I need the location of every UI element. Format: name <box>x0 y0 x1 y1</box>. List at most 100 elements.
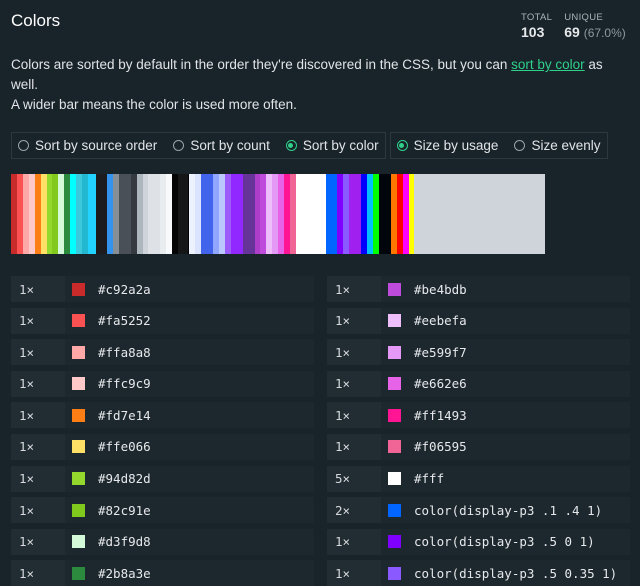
color-value: color(display-p3 .5 0.35 1) <box>414 565 618 581</box>
color-count: 1× <box>11 433 65 460</box>
color-row[interactable]: 1× #eebefa <box>327 307 630 334</box>
description: Colors are sorted by default in the orde… <box>11 55 631 115</box>
color-usage-bar <box>11 174 545 254</box>
color-bar-segment[interactable] <box>349 174 362 254</box>
color-count: 1× <box>327 339 381 366</box>
color-swatch <box>388 503 401 517</box>
description-text: Colors are sorted by default in the orde… <box>11 57 512 72</box>
color-bar-segment[interactable] <box>201 174 214 254</box>
color-row[interactable]: 5× #fff <box>327 465 630 492</box>
color-row[interactable]: 1× color(display-p3 .5 0 1) <box>327 528 630 555</box>
color-bar-segment[interactable] <box>118 174 131 254</box>
stat-total-label: TOTAL <box>521 12 553 23</box>
color-value: #fa5252 <box>98 313 151 329</box>
color-row[interactable]: 1× color(display-p3 .5 0.35 1) <box>327 560 630 586</box>
color-bar-segment[interactable] <box>95 174 107 254</box>
color-bar-segment[interactable] <box>325 174 338 254</box>
color-swatch <box>388 566 401 580</box>
color-swatch <box>388 440 401 454</box>
color-row[interactable]: 1× #e599f7 <box>327 339 630 366</box>
color-swatch <box>388 345 401 359</box>
sort-options: Sort by source order Sort by count Sort by… <box>11 132 386 159</box>
description-line2: A wider bar means the color is used more… <box>11 97 297 112</box>
color-count: 1× <box>11 560 65 586</box>
color-row[interactable]: 1× #ffe066 <box>11 433 314 460</box>
color-bar-segment[interactable] <box>414 174 545 254</box>
color-bar-segment[interactable] <box>378 174 391 254</box>
color-swatch <box>72 408 85 422</box>
color-count: 1× <box>11 497 65 524</box>
color-count: 1× <box>11 276 65 302</box>
color-value: #94d82d <box>98 471 151 487</box>
color-count: 1× <box>11 465 65 492</box>
color-value: #eebefa <box>414 313 467 329</box>
color-swatch <box>388 314 401 328</box>
color-row[interactable]: 1× #82c91e <box>11 497 314 524</box>
stat-unique-pct: (67.0%) <box>583 26 626 40</box>
color-count: 1× <box>11 307 65 334</box>
stats: TOTAL 103 UNIQUE 69 (67.0%) <box>521 12 626 40</box>
color-bar-segment[interactable] <box>148 174 161 254</box>
color-value: #ffe066 <box>98 439 151 455</box>
color-value: #f06595 <box>414 439 467 455</box>
stat-total: TOTAL 103 <box>521 12 552 40</box>
color-swatch <box>72 535 85 549</box>
color-count: 1× <box>11 402 65 429</box>
color-row[interactable]: 1× #fd7e14 <box>11 402 314 429</box>
color-value: #ff1493 <box>414 407 467 423</box>
color-row[interactable]: 1× #c92a2a <box>11 276 314 302</box>
option-label: Sort by count <box>190 138 270 153</box>
size-option[interactable]: Size evenly <box>514 138 601 153</box>
color-count: 1× <box>11 528 65 555</box>
color-swatch <box>388 472 401 486</box>
color-value: #c92a2a <box>98 281 151 297</box>
stat-unique: UNIQUE 69 (67.0%) <box>564 12 626 40</box>
color-value: #82c91e <box>98 502 151 518</box>
sort-option[interactable]: Sort by source order <box>18 138 157 153</box>
controls: Sort by source order Sort by count Sort by… <box>11 132 608 159</box>
color-value: #2b8a3e <box>98 565 151 581</box>
color-value: color(display-p3 .1 .4 1) <box>414 502 603 518</box>
radio-unchecked-icon[interactable] <box>514 140 526 151</box>
color-row[interactable]: 1× #f06595 <box>327 433 630 460</box>
color-value: #e662e6 <box>414 376 467 392</box>
color-bar-segment[interactable] <box>87 174 96 254</box>
radio-unchecked-icon[interactable] <box>173 140 185 151</box>
color-swatch <box>72 472 85 486</box>
color-bar-segment[interactable] <box>242 174 255 254</box>
radio-unchecked-icon[interactable] <box>18 140 29 151</box>
color-bar-segment[interactable] <box>230 174 243 254</box>
color-row[interactable]: 1× #94d82d <box>11 465 314 492</box>
option-label: Sort by source order <box>35 138 158 153</box>
sort-by-color-link[interactable]: sort by color <box>511 57 585 72</box>
color-list: 1× #c92a2a 1× #be4bdb 1× #fa5252 1× #eebefa 1× #f… <box>11 276 631 586</box>
size-option[interactable]: Size by usage <box>396 138 498 153</box>
color-row[interactable]: 1× #d3f9d8 <box>11 528 314 555</box>
color-count: 1× <box>11 339 65 366</box>
sort-option[interactable]: Sort by color <box>285 138 379 153</box>
color-count: 1× <box>327 370 381 397</box>
color-count: 1× <box>327 307 381 334</box>
color-row[interactable]: 1× #be4bdb <box>327 276 630 302</box>
color-row[interactable]: 1× #2b8a3e <box>11 560 314 586</box>
radio-checked-icon[interactable] <box>285 140 297 151</box>
color-swatch <box>72 345 85 359</box>
color-row[interactable]: 1× #ffa8a8 <box>11 339 314 366</box>
color-count: 1× <box>11 370 65 397</box>
color-swatch <box>388 282 401 296</box>
sort-option[interactable]: Sort by count <box>173 138 270 153</box>
color-bar-segment[interactable] <box>178 174 188 254</box>
color-swatch <box>72 282 85 296</box>
color-count: 1× <box>327 528 381 555</box>
color-row[interactable]: 1× #e662e6 <box>327 370 630 397</box>
color-count: 1× <box>327 402 381 429</box>
color-row[interactable]: 2× color(display-p3 .1 .4 1) <box>327 497 630 524</box>
color-swatch <box>72 503 85 517</box>
color-row[interactable]: 1× #fa5252 <box>11 307 314 334</box>
radio-checked-icon[interactable] <box>396 140 408 151</box>
color-row[interactable]: 1× #ff1493 <box>327 402 630 429</box>
size-options: Size by usage Size evenly <box>389 132 608 159</box>
color-row[interactable]: 1× #ffc9c9 <box>11 370 314 397</box>
color-bar-segment[interactable] <box>295 174 326 254</box>
page-title: Colors <box>11 11 61 30</box>
